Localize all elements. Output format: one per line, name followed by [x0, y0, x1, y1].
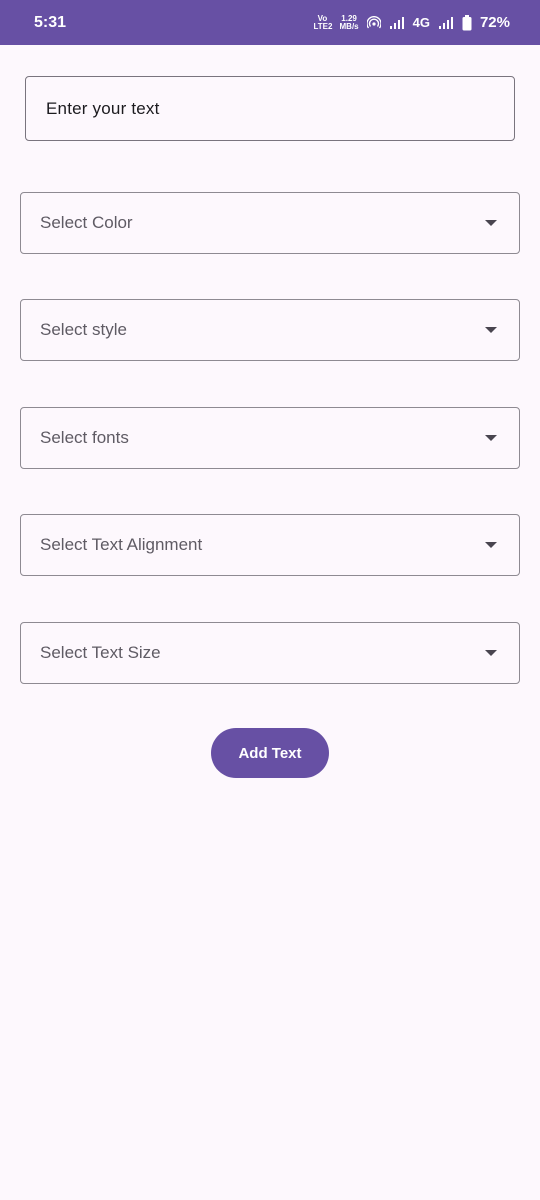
battery-icon [462, 14, 472, 30]
color-dropdown-label: Select Color [40, 213, 133, 232]
text-size-dropdown[interactable]: Select Text Size [20, 622, 520, 684]
color-dropdown[interactable]: Select Color [20, 192, 520, 254]
add-text-button[interactable]: Add Text [211, 728, 329, 778]
dropdown-arrow-icon [485, 220, 497, 226]
dropdown-arrow-icon [485, 327, 497, 333]
style-dropdown-label: Select style [40, 320, 127, 339]
style-dropdown[interactable]: Select style [20, 299, 520, 361]
dropdown-arrow-icon [485, 650, 497, 656]
network-type: 4G [412, 15, 430, 30]
signal-icon [389, 16, 404, 29]
text-input[interactable]: Enter your text [25, 76, 515, 141]
battery-percent: 72% [479, 14, 510, 31]
font-dropdown[interactable]: Select fonts [20, 407, 520, 469]
dropdown-arrow-icon [485, 542, 497, 548]
signal-icon-2 [438, 16, 453, 29]
status-bar: 5:31 Vo LTE2 1.29 MB/s 4G 72% [0, 0, 540, 45]
font-dropdown-label: Select fonts [40, 428, 129, 447]
network-speed-unit: MB/s [339, 21, 359, 31]
hotspot-icon [366, 15, 381, 28]
text-size-dropdown-label: Select Text Size [40, 643, 161, 662]
text-input-placeholder: Enter your text [46, 98, 160, 118]
alignment-dropdown-label: Select Text Alignment [40, 535, 203, 554]
alignment-dropdown[interactable]: Select Text Alignment [20, 514, 520, 576]
status-time: 5:31 [34, 13, 67, 31]
dropdown-arrow-icon [485, 435, 497, 441]
volte-indicator: Vo LTE2 [313, 13, 333, 31]
status-icons: Vo LTE2 1.29 MB/s 4G 72% [314, 14, 511, 31]
network-speed: 1.29 MB/s [339, 14, 359, 31]
